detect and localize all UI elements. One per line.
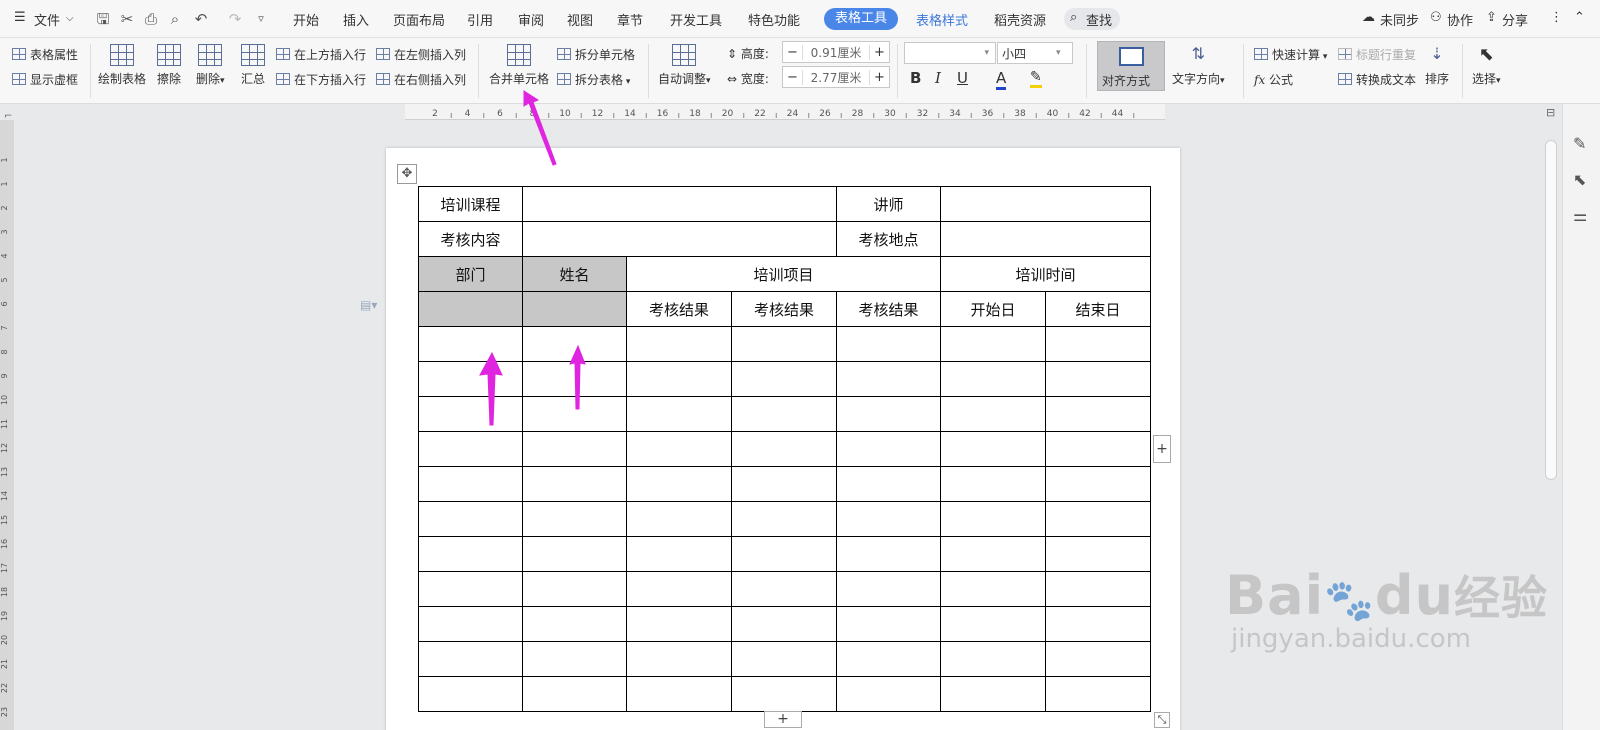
right-sidebar: ✎ ⬉ ⚌ <box>1562 104 1600 730</box>
watermark-cn: 经验 <box>1454 571 1549 625</box>
select-pointer-icon[interactable]: ⬉ <box>1573 170 1586 189</box>
arrow-up-left <box>479 351 503 426</box>
edit-icon[interactable]: ✎ <box>1573 134 1586 153</box>
paw-icon: 🐾 <box>1324 578 1375 624</box>
watermark-brand: Bai <box>1225 564 1325 627</box>
scroll-top-icon[interactable]: ⊟ <box>1546 106 1555 119</box>
arrow-up-right <box>569 344 586 410</box>
scrollbar[interactable] <box>1545 140 1557 480</box>
baidu-watermark: Bai🐾du经验 jingyan.baidu.com <box>1225 562 1548 654</box>
settings-sliders-icon[interactable]: ⚌ <box>1573 206 1587 225</box>
arrow-to-merge <box>523 90 557 166</box>
watermark-url: jingyan.baidu.com <box>1231 624 1471 654</box>
watermark-brand2: du <box>1374 564 1455 627</box>
